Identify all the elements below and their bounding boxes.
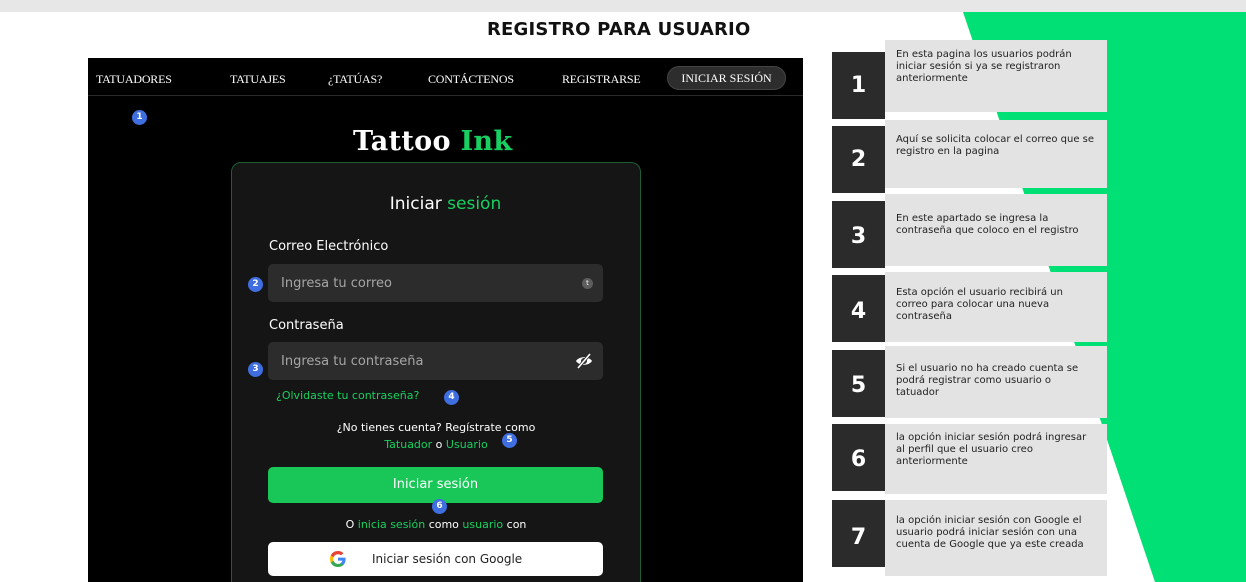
alt-suffix: con <box>506 518 527 531</box>
legend-desc-7: la opción iniciar sesión con Google el u… <box>885 500 1107 576</box>
usuario-link[interactable]: Usuario <box>446 438 488 451</box>
legend-number-3: 3 <box>832 201 885 268</box>
password-field-wrapper <box>268 342 603 380</box>
login-submit-button[interactable]: Iniciar sesión <box>268 467 603 503</box>
email-field-badge: t <box>582 278 593 289</box>
legend-desc-1: En esta pagina los usuarios podrán inici… <box>885 40 1107 112</box>
alt-login-text: O inicia sesión como usuario con <box>231 518 641 531</box>
legend-number-1: 1 <box>832 52 885 119</box>
legend-number-6: 6 <box>832 424 885 491</box>
marker-6: 6 <box>432 499 447 514</box>
alt-middle: como <box>428 518 459 531</box>
marker-2: 2 <box>248 277 263 292</box>
google-login-label: Iniciar sesión con Google <box>372 552 523 566</box>
google-login-button[interactable]: Iniciar sesión con Google <box>268 542 603 576</box>
alt-link-usuario[interactable]: usuario <box>462 518 503 531</box>
legend-number-7: 7 <box>832 500 885 567</box>
tatuador-link[interactable]: Tatuador <box>384 438 432 451</box>
email-field-wrapper: t <box>268 264 603 302</box>
marker-5: 5 <box>502 433 517 448</box>
login-screenshot: TATUADORES TATUAJES ¿TATÚAS? CONTÁCTENOS… <box>88 58 803 582</box>
legend-desc-3: En este apartado se ingresa la contraseñ… <box>885 194 1107 266</box>
legend-desc-5: Si el usuario no ha creado cuenta se pod… <box>885 346 1107 418</box>
alt-link-inicia-sesion[interactable]: inicia sesión <box>358 518 425 531</box>
google-icon <box>330 551 346 567</box>
legend-number-2: 2 <box>832 126 885 193</box>
email-label: Correo Electrónico <box>269 239 389 254</box>
legend-desc-6: la opción iniciar sesión podrá ingresar … <box>885 424 1107 494</box>
marker-3: 3 <box>248 362 263 377</box>
signup-options: Tatuador o Usuario <box>231 438 641 451</box>
legend-desc-4: Esta opción el usuario recibirá un corre… <box>885 272 1107 342</box>
email-field[interactable] <box>268 264 603 302</box>
eye-slash-icon[interactable] <box>575 353 593 369</box>
password-field[interactable] <box>268 342 603 380</box>
marker-4: 4 <box>444 390 459 405</box>
legend-number-4: 4 <box>832 275 885 342</box>
alt-prefix: O <box>345 518 355 531</box>
legend-number-5: 5 <box>832 350 885 417</box>
marker-1: 1 <box>132 110 147 125</box>
legend-desc-2: Aquí se solicita colocar el correo que s… <box>885 120 1107 188</box>
password-label: Contraseña <box>269 318 344 333</box>
nav-item-iniciar-sesion[interactable]: INICIAR SESIÓN <box>667 66 786 90</box>
forgot-password-link[interactable]: ¿Olvidaste tu contraseña? <box>276 389 419 402</box>
no-account-text: ¿No tienes cuenta? Regístrate como <box>336 421 536 434</box>
nav-item-tatuadores[interactable]: TATUADORES <box>96 72 172 87</box>
or-word: o <box>435 438 443 451</box>
page-title: REGISTRO PARA USUARIO <box>487 19 751 40</box>
